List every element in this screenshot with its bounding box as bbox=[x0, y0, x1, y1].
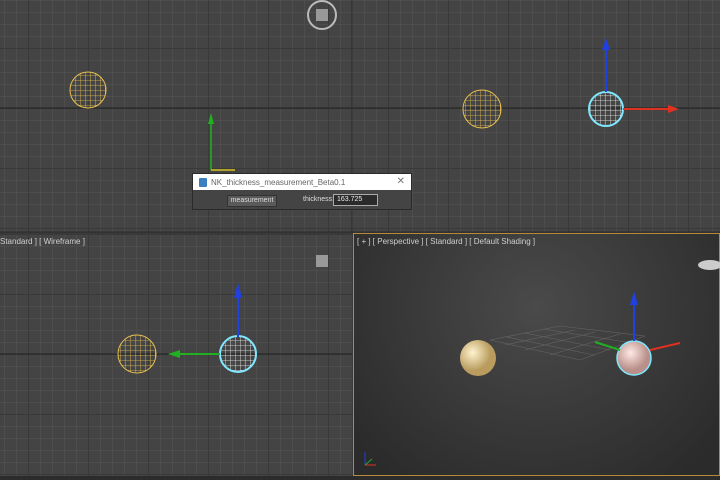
viewcube-icon bbox=[316, 255, 328, 267]
sphere-wireframe bbox=[117, 334, 157, 374]
scene-overlay bbox=[0, 0, 720, 466]
viewcube-icon bbox=[698, 260, 720, 270]
sphere-selected bbox=[588, 91, 624, 127]
thickness-field[interactable]: 163.725 bbox=[333, 194, 378, 206]
measurement-button[interactable]: measurement bbox=[227, 195, 277, 207]
world-axis-icon bbox=[364, 452, 376, 466]
app-icon bbox=[199, 177, 207, 187]
sphere-shaded bbox=[460, 340, 496, 376]
sphere-wireframe bbox=[462, 89, 502, 129]
sphere-selected bbox=[219, 335, 257, 373]
sphere-selected-shaded bbox=[616, 340, 652, 376]
sphere-wireframe bbox=[69, 71, 107, 109]
thickness-label: thickness: bbox=[303, 196, 335, 203]
thickness-measurement-dialog: NK_thickness_measurement_Beta0.1 ✕ measu… bbox=[192, 173, 412, 210]
status-bar bbox=[0, 476, 720, 480]
dialog-title: NK_thickness_measurement_Beta0.1 bbox=[211, 177, 346, 187]
dialog-titlebar[interactable]: NK_thickness_measurement_Beta0.1 bbox=[193, 174, 411, 190]
close-button[interactable]: ✕ bbox=[397, 176, 405, 187]
